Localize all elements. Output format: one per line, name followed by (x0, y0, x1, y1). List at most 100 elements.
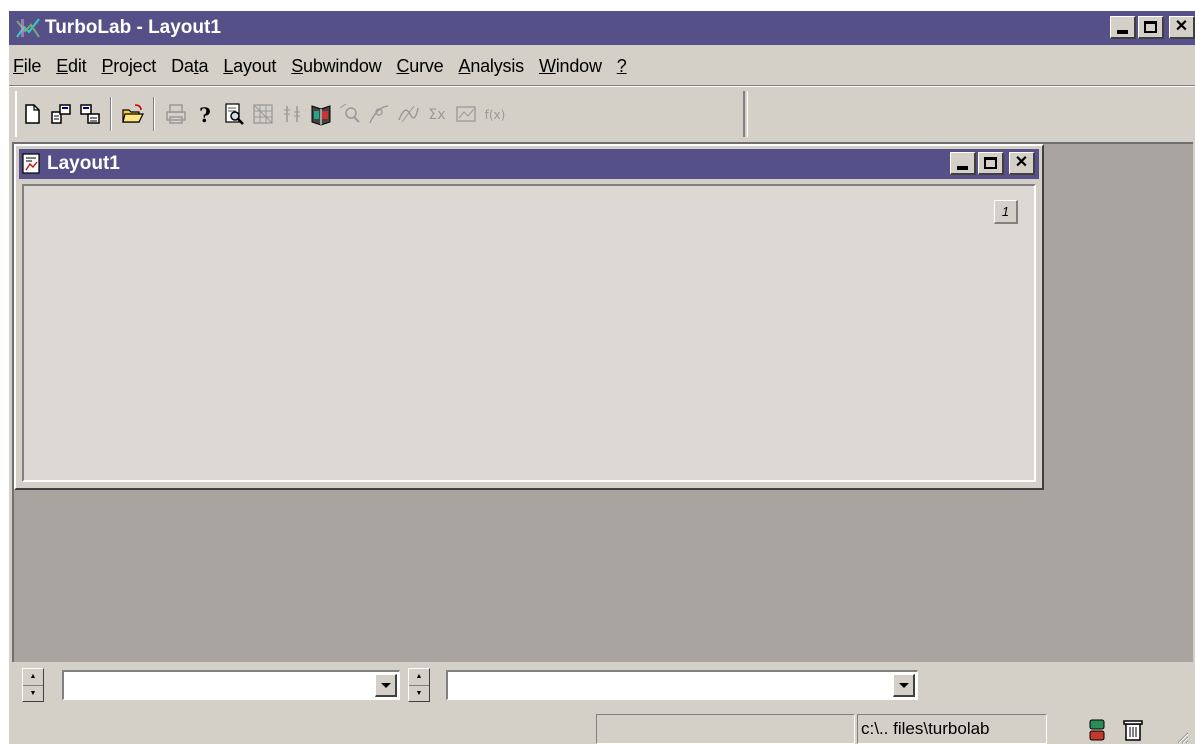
menu-item-label-after: nalysis (470, 55, 524, 76)
project-window-button[interactable] (75, 97, 104, 131)
zoom-button[interactable] (335, 97, 364, 131)
window-title: TurboLab - Layout1 (45, 17, 221, 38)
open-folder-icon (121, 104, 144, 123)
curve-fit-icon (397, 105, 419, 123)
database-icon[interactable] (1085, 718, 1109, 742)
maximize-button[interactable] (1138, 16, 1164, 39)
maximize-icon (1144, 21, 1157, 33)
table-button[interactable] (248, 97, 277, 131)
turbolab-app-icon (16, 18, 40, 38)
new-project-icon (50, 104, 71, 124)
function-button[interactable]: f(x) (480, 97, 509, 131)
data-columns-icon (283, 106, 300, 122)
spin-up-icon[interactable]: ▲ (409, 669, 429, 686)
menu-item-accelerator: F (13, 55, 24, 76)
close-icon: ✕ (1014, 154, 1029, 171)
child-title-bar[interactable]: Layout1 ✕ (19, 149, 1039, 179)
chart-icon (455, 106, 476, 122)
function-icon: f(x) (484, 108, 505, 122)
menu-item-label-after: roject (113, 55, 157, 76)
menu-item[interactable]: Window (539, 56, 602, 77)
status-bar: c:\.. files\turbolab (9, 708, 1195, 744)
menu-item[interactable]: Data (171, 56, 208, 77)
print-preview-button[interactable] (219, 97, 248, 131)
child-minimize-button[interactable] (950, 152, 976, 175)
layout-child-window[interactable]: Layout1 ✕ 1 (14, 144, 1044, 490)
spinner-1[interactable]: ▲ ▼ (22, 668, 44, 702)
child-window-controls: ✕ (950, 152, 1035, 175)
layout-canvas[interactable]: 1 (22, 184, 1036, 482)
menu-item-label-after: indow (555, 55, 602, 76)
page-number-button[interactable]: 1 (994, 200, 1018, 224)
combo-2-dropdown-button[interactable] (893, 674, 915, 697)
help-button[interactable]: ? (190, 97, 219, 131)
chart-button[interactable] (451, 97, 480, 131)
child-window-title: Layout1 (47, 153, 120, 174)
menu-item[interactable]: File (13, 56, 41, 77)
menu-item-accelerator: ? (616, 55, 627, 76)
svg-text:?: ? (199, 103, 211, 126)
minimize-button[interactable] (1110, 16, 1136, 39)
mdi-workspace: Layout1 ✕ 1 (12, 142, 1193, 662)
menu-item-label-before: Da (171, 55, 194, 76)
print-button[interactable] (161, 97, 190, 131)
toolbar-separator (153, 97, 155, 131)
menu-item-accelerator: W (538, 55, 556, 76)
menu-item[interactable]: ? (617, 56, 627, 77)
new-project-button[interactable] (46, 97, 75, 131)
menu-item-label-after: a (198, 55, 209, 76)
project-window-icon (79, 104, 100, 124)
combo-box-2[interactable] (446, 670, 918, 700)
menu-item-label-after: urve (409, 55, 444, 76)
status-message-pane (596, 714, 855, 744)
book-button[interactable] (306, 97, 335, 131)
menu-item[interactable]: Layout (223, 56, 276, 77)
title-bar: TurboLab - Layout1 ✕ (9, 11, 1195, 45)
menu-item[interactable]: Analysis (458, 55, 525, 77)
menu-bar: File Edit Project Data Layout Subwindow Curve A… (13, 51, 642, 81)
table-icon (252, 104, 273, 124)
spin-down-icon[interactable]: ▼ (409, 686, 429, 702)
resize-grip-icon[interactable] (1175, 730, 1189, 744)
status-path-pane: c:\.. files\turbolab (857, 714, 1047, 744)
menu-item-accelerator: P (101, 55, 114, 76)
curve-pick-icon (368, 105, 388, 124)
menu-item[interactable]: Subwindow (291, 56, 381, 77)
dropdown-arrow-icon (898, 682, 909, 688)
layout-document-icon (22, 153, 40, 174)
close-button[interactable]: ✕ (1169, 16, 1195, 39)
menu-item[interactable]: Edit (56, 56, 86, 77)
combo-box-1[interactable] (62, 670, 400, 700)
child-maximize-button[interactable] (978, 152, 1004, 175)
curve-fit-button[interactable] (393, 97, 422, 131)
trash-icon[interactable] (1121, 718, 1145, 742)
sum-button[interactable]: Σx (422, 97, 451, 131)
child-close-button[interactable]: ✕ (1009, 152, 1035, 175)
data-columns-button[interactable] (277, 97, 306, 131)
curve-pick-button[interactable] (364, 97, 393, 131)
print-icon (165, 104, 186, 124)
print-preview-icon (224, 103, 244, 125)
menu-item-accelerator: S (291, 55, 304, 76)
menu-item[interactable]: Project (101, 56, 156, 77)
maximize-icon (984, 157, 997, 169)
open-button[interactable] (118, 97, 147, 131)
menu-item-accelerator: L (223, 55, 234, 76)
spin-up-icon[interactable]: ▲ (23, 669, 43, 686)
help-icon: ? (199, 103, 211, 126)
spinner-2[interactable]: ▲ ▼ (408, 668, 430, 702)
menu-item-accelerator: E (56, 55, 69, 76)
dropdown-arrow-icon (380, 682, 391, 688)
combo-1-dropdown-button[interactable] (375, 674, 397, 697)
spin-down-icon[interactable]: ▼ (23, 686, 43, 702)
window-controls: ✕ (1110, 16, 1195, 39)
new-document-button[interactable] (17, 97, 46, 131)
minimize-icon (957, 165, 968, 170)
toolbar-separator (110, 97, 112, 131)
menu-item-accelerator: A (458, 55, 471, 76)
menu-item-label-after: ile (23, 55, 42, 76)
svg-text:f(x): f(x) (484, 108, 505, 122)
svg-text:Σx: Σx (428, 107, 445, 123)
menu-item[interactable]: Curve (396, 56, 443, 77)
toolbar: ? Σx f(x) (15, 91, 748, 137)
